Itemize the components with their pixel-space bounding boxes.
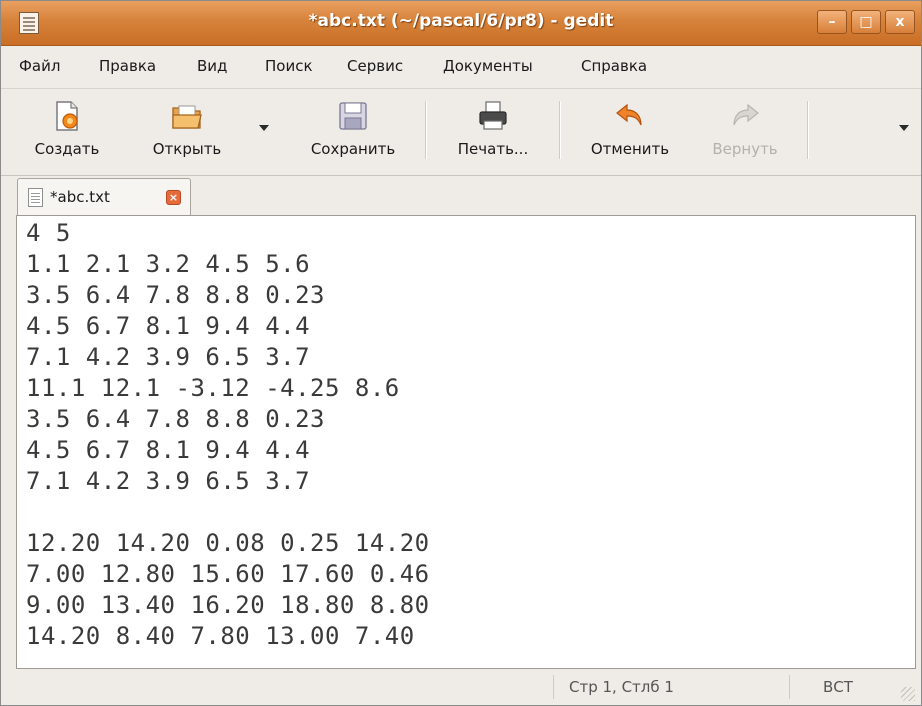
open-button[interactable]: Открыть [127,89,247,175]
close-button[interactable]: x [885,10,915,34]
insert-mode: ВСТ [823,678,853,696]
redo-button: Вернуть [695,89,795,175]
title-bar[interactable]: *abc.txt (~/pascal/6/pr8) - gedit – □ x [1,1,921,46]
editor-line: 7.1 4.2 3.9 6.5 3.7 [26,467,311,495]
tab-abc-txt[interactable]: *abc.txt × [17,178,191,216]
maximize-button[interactable]: □ [851,10,881,34]
save-button[interactable]: Сохранить [291,89,415,175]
toolbar-separator [807,101,809,159]
editor-line: 4 5 [26,219,71,247]
editor-line: 4.5 6.7 8.1 9.4 4.4 [26,436,311,464]
open-folder-icon [172,105,202,129]
resize-grip[interactable] [901,687,915,701]
undo-arrow-icon [616,103,642,126]
menu-search[interactable]: Поиск [265,57,313,75]
new-document-icon [56,101,78,131]
menu-help[interactable]: Справка [581,57,647,75]
toolbar-separator [425,101,427,159]
editor-line: 3.5 6.4 7.8 8.8 0.23 [26,405,325,433]
menu-documents[interactable]: Документы [443,57,533,75]
tab-close-icon[interactable]: × [166,190,181,205]
editor-line: 9.00 13.40 16.20 18.80 8.80 [26,591,430,619]
status-separator [553,675,554,699]
editor-line: 11.1 12.1 -3.12 -4.25 8.6 [26,374,400,402]
status-separator [789,675,790,699]
floppy-disk-icon [339,102,367,130]
toolbar-overflow-icon[interactable] [899,125,909,131]
window-controls: – □ x [817,10,915,34]
menu-bar: Файл Правка Вид Поиск Сервис Документы С… [1,46,921,89]
editor-line: 12.20 14.20 0.08 0.25 14.20 [26,529,430,557]
print-button[interactable]: Печать... [437,89,549,175]
menu-view[interactable]: Вид [197,57,227,75]
open-recent-dropdown-icon[interactable] [259,125,269,131]
gedit-window: *abc.txt (~/pascal/6/pr8) - gedit – □ x … [0,0,922,706]
window-title: *abc.txt (~/pascal/6/pr8) - gedit [308,11,614,31]
toolbar-separator [559,101,561,159]
text-editor[interactable]: 4 5 1.1 2.1 3.2 4.5 5.6 3.5 6.4 7.8 8.8 … [16,215,916,669]
minimize-button[interactable]: – [817,10,847,34]
toolbar: Создать Открыть Сохранить Печать... Отме… [1,89,921,176]
menu-file[interactable]: Файл [19,57,60,75]
cursor-position: Стр 1, Стлб 1 [569,678,674,696]
undo-button[interactable]: Отменить [571,89,689,175]
menu-tools[interactable]: Сервис [347,57,403,75]
save-button-label: Сохранить [310,140,396,158]
document-tabs: *abc.txt × [1,176,921,216]
new-button-label: Создать [34,140,100,158]
text-document-icon [28,188,43,207]
editor-line: 14.20 8.40 7.80 13.00 7.40 [26,622,415,650]
tab-label: *abc.txt [50,188,110,206]
editor-line: 4.5 6.7 8.1 9.4 4.4 [26,312,311,340]
redo-button-label: Вернуть [712,140,778,158]
new-button[interactable]: Создать [15,89,119,175]
print-button-label: Печать... [457,140,529,158]
editor-line: 7.00 12.80 15.60 17.60 0.46 [26,560,430,588]
editor-line: 3.5 6.4 7.8 8.8 0.23 [26,281,325,309]
undo-button-label: Отменить [590,140,670,158]
editor-line: 7.1 4.2 3.9 6.5 3.7 [26,343,311,371]
status-bar: Стр 1, Стлб 1 ВСТ [1,669,921,705]
menu-edit[interactable]: Правка [99,57,156,75]
open-button-label: Открыть [152,140,222,158]
redo-arrow-icon [733,103,759,126]
editor-line: 1.1 2.1 3.2 4.5 5.6 [26,250,311,278]
printer-icon [479,101,507,130]
